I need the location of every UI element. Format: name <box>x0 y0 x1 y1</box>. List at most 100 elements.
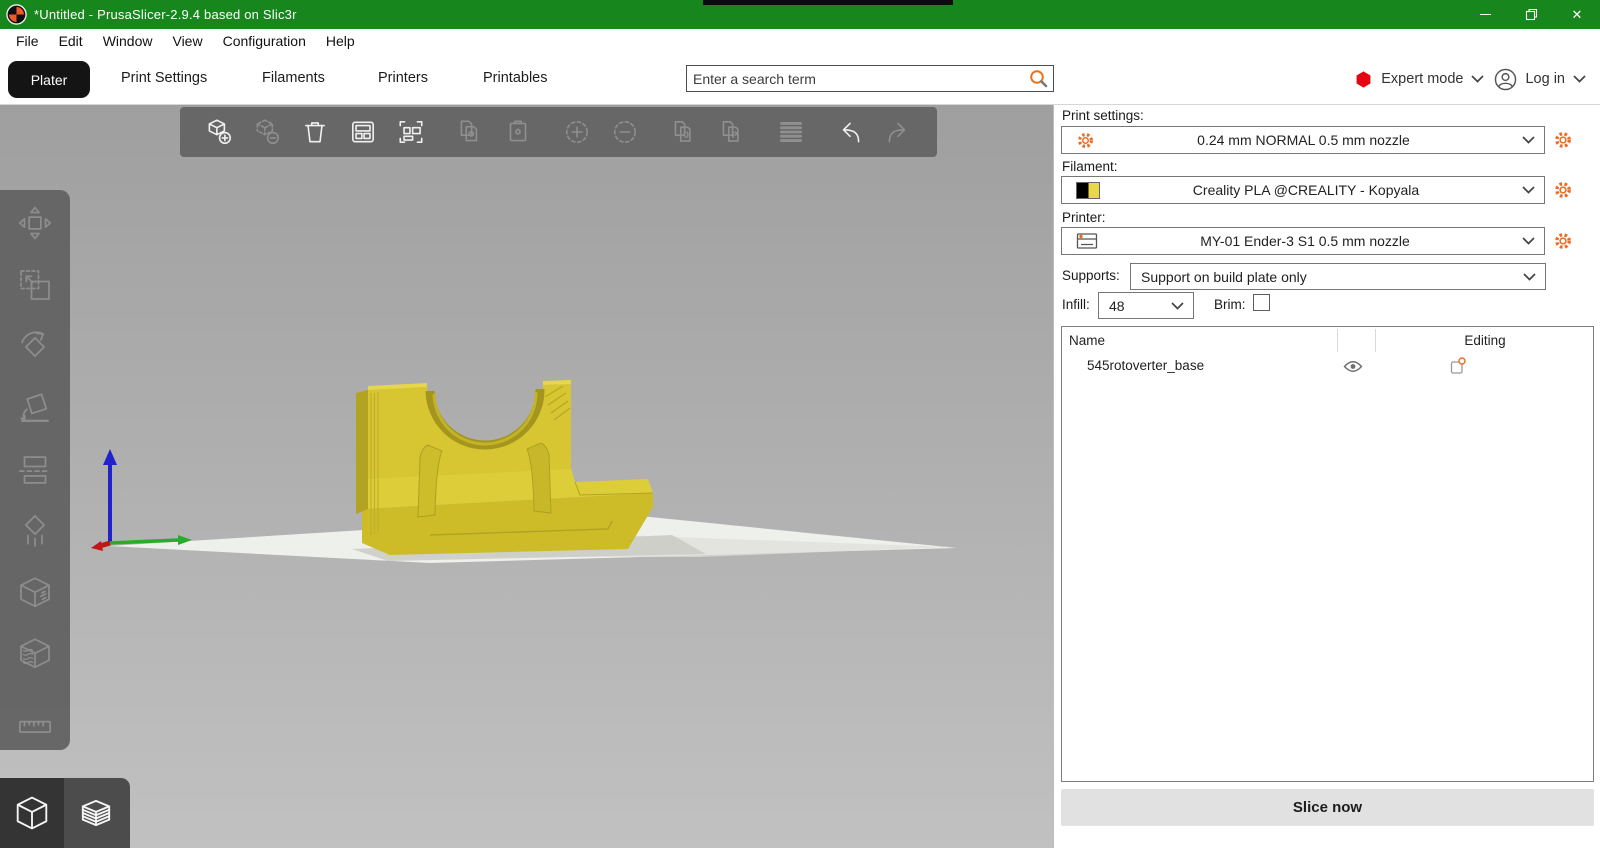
seam-painting-tool-icon[interactable] <box>14 573 56 615</box>
mode-label: Expert mode <box>1381 71 1464 87</box>
supports-dropdown[interactable]: Support on build plate only <box>1130 263 1546 290</box>
print-settings-value: 0.24 mm NORMAL 0.5 mm nozzle <box>1197 132 1410 148</box>
search-icon[interactable] <box>1028 68 1050 90</box>
search-box <box>686 65 1054 92</box>
add-object-button[interactable] <box>204 116 234 148</box>
tab-filaments[interactable]: Filaments <box>262 70 325 86</box>
column-name: Name <box>1069 333 1106 348</box>
prusaslicer-logo-icon <box>6 4 27 25</box>
mode-selector[interactable]: Expert mode <box>1354 70 1485 89</box>
print-settings-label: Print settings: <box>1062 108 1144 123</box>
user-icon <box>1495 68 1517 90</box>
cube-icon <box>16 796 48 830</box>
titlebar: *Untitled - PrusaSlicer-2.9.4 based on S… <box>0 0 1600 29</box>
object-row[interactable]: 545rotoverter_base <box>1062 354 1593 380</box>
slice-now-button[interactable]: Slice now <box>1061 789 1594 826</box>
tabbar: Plater Print Settings Filaments Printers… <box>0 53 1600 105</box>
settings-panel: Print settings: 0.24 mm NORMAL 0.5 mm no… <box>1053 105 1600 848</box>
3d-viewport[interactable]: 0 P <box>0 105 1053 848</box>
tab-plater[interactable]: Plater <box>8 61 90 98</box>
menu-help[interactable]: Help <box>316 33 365 49</box>
variable-layer-height-button[interactable] <box>776 116 806 148</box>
menu-edit[interactable]: Edit <box>49 33 93 49</box>
chevron-down-icon <box>1471 75 1485 83</box>
infill-value: 48 <box>1109 297 1125 314</box>
menubar: File Edit Window View Configuration Help <box>0 29 1600 53</box>
left-toolbar <box>0 190 70 750</box>
screen-notch <box>703 0 953 5</box>
redo-button[interactable] <box>883 116 913 148</box>
menu-window[interactable]: Window <box>93 33 163 49</box>
restore-button[interactable] <box>1508 0 1554 29</box>
object-name: 545rotoverter_base <box>1087 358 1205 373</box>
filament-color-swatch <box>1076 181 1100 199</box>
printer-icon <box>1076 232 1098 250</box>
menu-view[interactable]: View <box>162 33 212 49</box>
filament-combo[interactable]: Creality PLA @CREALITY - Kopyala <box>1061 176 1545 204</box>
filament-gear-button[interactable] <box>1550 176 1576 204</box>
printer-gear-button[interactable] <box>1550 227 1576 255</box>
split-to-parts-button[interactable]: P <box>717 116 747 148</box>
tab-printables[interactable]: Printables <box>483 70 547 86</box>
undo-button[interactable] <box>835 116 865 148</box>
edit-object-icon[interactable] <box>1450 357 1466 375</box>
top-toolbar: 0 P <box>180 107 937 157</box>
login-label: Log in <box>1525 71 1565 87</box>
printer-value: MY-01 Ender-3 S1 0.5 mm nozzle <box>1200 233 1410 249</box>
chevron-down-icon <box>1522 237 1535 245</box>
sliced-preview-button[interactable] <box>64 778 128 848</box>
main-area: 0 P Print settings: 0.24 mm NORMAL 0.5 m… <box>0 105 1600 848</box>
3d-scene[interactable] <box>0 105 1053 848</box>
supports-value: Support on build plate only <box>1141 268 1307 285</box>
move-tool-icon[interactable] <box>14 202 56 244</box>
supports-label: Supports: <box>1062 268 1120 283</box>
copy-button[interactable] <box>455 116 485 148</box>
tab-printers[interactable]: Printers <box>378 70 428 86</box>
svg-text:P: P <box>731 131 737 141</box>
split-to-objects-button[interactable]: 0 <box>669 116 699 148</box>
paint-supports-tool-icon[interactable] <box>14 511 56 553</box>
close-button[interactable]: ✕ <box>1554 0 1600 29</box>
printer-combo[interactable]: MY-01 Ender-3 S1 0.5 mm nozzle <box>1061 227 1545 255</box>
print-settings-combo[interactable]: 0.24 mm NORMAL 0.5 mm nozzle <box>1061 126 1545 154</box>
3d-editor-view-button[interactable] <box>0 778 64 848</box>
scale-tool-icon[interactable] <box>14 264 56 306</box>
remove-instance-button[interactable] <box>610 116 640 148</box>
add-instance-button[interactable] <box>562 116 592 148</box>
printer-label: Printer: <box>1062 210 1106 225</box>
filament-value: Creality PLA @CREALITY - Kopyala <box>1192 182 1420 198</box>
brim-label: Brim: <box>1214 297 1246 312</box>
infill-dropdown[interactable]: 48 <box>1098 292 1194 319</box>
cut-tool-icon[interactable] <box>14 449 56 491</box>
arrange-current-bed-button[interactable] <box>396 116 426 148</box>
menu-file[interactable]: File <box>6 33 49 49</box>
paste-button[interactable] <box>503 116 533 148</box>
chevron-down-icon <box>1522 186 1535 194</box>
arrange-button[interactable] <box>348 116 378 148</box>
search-input[interactable] <box>687 70 1028 87</box>
visibility-eye-icon[interactable] <box>1343 359 1363 374</box>
chevron-down-icon <box>1522 136 1535 144</box>
brim-checkbox[interactable] <box>1253 294 1270 311</box>
filament-label: Filament: <box>1062 159 1118 174</box>
fuzzy-skin-tool-icon[interactable] <box>14 634 56 676</box>
tab-print-settings[interactable]: Print Settings <box>121 70 207 86</box>
print-settings-gear-button[interactable] <box>1550 126 1576 154</box>
object-list: Name Editing 545rotoverter_base <box>1061 326 1594 782</box>
menu-configuration[interactable]: Configuration <box>213 33 316 49</box>
chevron-down-icon <box>1573 75 1586 83</box>
layers-icon <box>81 799 111 827</box>
gear-icon <box>1076 131 1095 150</box>
measure-tool-icon[interactable] <box>14 696 56 738</box>
object-list-header: Name Editing <box>1062 327 1593 354</box>
login-button[interactable]: Log in <box>1494 68 1586 91</box>
delete-object-button[interactable] <box>252 116 282 148</box>
window-title: *Untitled - PrusaSlicer-2.9.4 based on S… <box>34 7 297 22</box>
rotate-tool-icon[interactable] <box>14 326 56 368</box>
prusaslicer-window: *Untitled - PrusaSlicer-2.9.4 based on S… <box>0 0 1600 848</box>
minimize-button[interactable] <box>1462 0 1508 29</box>
column-editing: Editing <box>1464 333 1506 348</box>
place-on-face-tool-icon[interactable] <box>14 387 56 429</box>
chevron-down-icon <box>1171 301 1184 310</box>
delete-all-button[interactable] <box>300 116 330 148</box>
